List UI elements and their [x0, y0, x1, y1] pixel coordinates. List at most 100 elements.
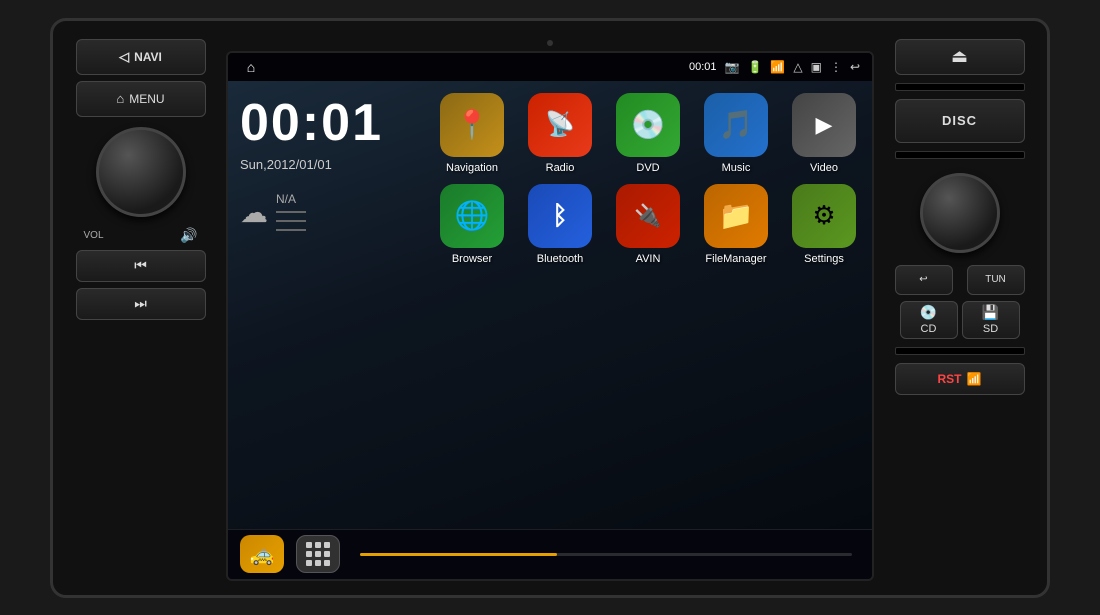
triangle-icon: △ — [793, 60, 802, 74]
sd-label: SD — [983, 323, 998, 335]
apps-grid-icon — [306, 542, 330, 566]
speaker-icon: 🔊 — [180, 227, 197, 244]
more-icon: ⋮ — [830, 60, 842, 74]
settings-icon: ⚙ — [792, 184, 856, 248]
dock-progress-bar — [360, 553, 852, 556]
sd-slot-button[interactable]: 💾 SD — [962, 301, 1020, 339]
vol-text: VOL — [84, 230, 104, 241]
camera-dot — [547, 40, 553, 46]
menu-button[interactable]: ⌂ MENU — [76, 81, 206, 117]
weather-line3 — [276, 229, 306, 231]
apps-row-2: 🌐 Browser ᛒ Bluetooth 🔌 AVIN 📁 — [432, 184, 864, 265]
app-music[interactable]: 🎵 Music — [696, 93, 776, 174]
screen-dock: 🚕 — [228, 529, 872, 579]
sd-slot — [895, 347, 1025, 355]
screen-top-bar — [226, 35, 874, 51]
video-label: Video — [810, 162, 838, 174]
disc-label: DISC — [942, 113, 977, 128]
weather-temp: N/A — [276, 192, 306, 206]
battery-icon: 🔋 — [747, 60, 762, 74]
weather-widget: ☁ N/A — [240, 192, 412, 233]
status-center: 00:01 📷 🔋 📶 △ ▣ ⋮ ↩ — [689, 60, 860, 74]
disc-slot — [895, 83, 1025, 91]
app-video[interactable]: ▶ Video — [784, 93, 864, 174]
bluetooth-icon: ᛒ — [528, 184, 592, 248]
eject-button[interactable]: ⏏ — [895, 39, 1025, 75]
cloud-icon: ☁ — [240, 196, 268, 229]
settings-label: Settings — [804, 253, 844, 265]
weather-info: N/A — [276, 192, 306, 233]
menu-icon: ⌂ — [116, 91, 124, 106]
app-dvd[interactable]: 💿 DVD — [608, 93, 688, 174]
navigation-label: Navigation — [446, 162, 498, 174]
video-icon: ▶ — [792, 93, 856, 157]
home-icon: ⌂ — [247, 59, 255, 75]
signal-icon: 📶 — [770, 60, 785, 74]
tuning-knob[interactable] — [920, 173, 1000, 253]
app-filemanager[interactable]: 📁 FileManager — [696, 184, 776, 265]
dock-progress-fill — [360, 553, 557, 556]
navi-button[interactable]: ◁ NAVI — [76, 39, 206, 75]
prev-button[interactable]: ⏮ — [76, 250, 206, 282]
tun-label: TUN — [985, 274, 1006, 285]
app-bluetooth[interactable]: ᛒ Bluetooth — [520, 184, 600, 265]
wifi-icon: 📶 — [967, 372, 982, 386]
radio-label: Radio — [546, 162, 575, 174]
music-icon: 🎵 — [704, 93, 768, 157]
next-icon: ⏭ — [134, 295, 147, 312]
disc-slot-2 — [895, 151, 1025, 159]
status-time: 00:01 — [689, 61, 717, 73]
rst-button[interactable]: RST 📶 — [895, 363, 1025, 395]
clock-weather-panel: 00:01 Sun,2012/01/01 ☁ N/A — [228, 81, 424, 529]
back-tun-row: ↩ TUN — [895, 265, 1025, 295]
screen-area: ⌂ 00:01 📷 🔋 📶 △ ▣ ⋮ ↩ 00:01 S — [226, 31, 874, 585]
prev-icon: ⏮ — [134, 257, 147, 274]
apps-grid: 📍 Navigation 📡 Radio 💿 DVD 🎵 — [424, 81, 872, 529]
android-status-bar: ⌂ 00:01 📷 🔋 📶 △ ▣ ⋮ ↩ — [228, 53, 872, 81]
filemanager-icon: 📁 — [704, 184, 768, 248]
menu-label: MENU — [129, 92, 164, 106]
music-label: Music — [722, 162, 751, 174]
avin-icon: 🔌 — [616, 184, 680, 248]
dock-taxi-app[interactable]: 🚕 — [240, 535, 284, 573]
filemanager-label: FileManager — [705, 253, 766, 265]
disc-button[interactable]: DISC — [895, 99, 1025, 143]
bluetooth-label: Bluetooth — [537, 253, 583, 265]
volume-knob[interactable] — [96, 127, 186, 217]
cd-label: CD — [921, 323, 937, 335]
clock-display: 00:01 — [240, 97, 412, 149]
browser-label: Browser — [452, 253, 492, 265]
tun-button[interactable]: TUN — [967, 265, 1025, 295]
right-panel: ⏏ DISC ↩ TUN 💿 CD 💾 SD — [882, 31, 1037, 585]
app-avin[interactable]: 🔌 AVIN — [608, 184, 688, 265]
app-navigation[interactable]: 📍 Navigation — [432, 93, 512, 174]
back-icon: ↩ — [850, 60, 860, 74]
browser-icon: 🌐 — [440, 184, 504, 248]
dock-apps-button[interactable] — [296, 535, 340, 573]
home-button[interactable]: ⌂ — [240, 56, 262, 78]
app-browser[interactable]: 🌐 Browser — [432, 184, 512, 265]
rst-label: RST — [938, 372, 962, 386]
navi-icon: ◁ — [119, 49, 129, 65]
back-icon: ↩ — [919, 274, 927, 285]
app-radio[interactable]: 📡 Radio — [520, 93, 600, 174]
display-icon: ▣ — [811, 60, 822, 74]
next-button[interactable]: ⏭ — [76, 288, 206, 320]
avin-label: AVIN — [636, 253, 661, 265]
camera-icon: 📷 — [725, 60, 740, 74]
date-display: Sun,2012/01/01 — [240, 157, 412, 172]
car-head-unit: ◁ NAVI ⌂ MENU VOL 🔊 ⏮ ⏭ ⌂ — [50, 18, 1050, 598]
radio-icon: 📡 — [528, 93, 592, 157]
app-settings[interactable]: ⚙ Settings — [784, 184, 864, 265]
sd-icon: 💾 — [982, 304, 999, 321]
cd-icon: 💿 — [920, 304, 937, 321]
back-button[interactable]: ↩ — [895, 265, 953, 295]
screen-frame: ⌂ 00:01 📷 🔋 📶 △ ▣ ⋮ ↩ 00:01 S — [226, 51, 874, 581]
navigation-icon: 📍 — [440, 93, 504, 157]
apps-row-1: 📍 Navigation 📡 Radio 💿 DVD 🎵 — [432, 93, 864, 174]
cd-slot-button[interactable]: 💿 CD — [900, 301, 958, 339]
left-panel: ◁ NAVI ⌂ MENU VOL 🔊 ⏮ ⏭ — [63, 31, 218, 585]
dvd-icon: 💿 — [616, 93, 680, 157]
navi-label: NAVI — [134, 50, 162, 64]
screen-content: 00:01 Sun,2012/01/01 ☁ N/A — [228, 81, 872, 529]
